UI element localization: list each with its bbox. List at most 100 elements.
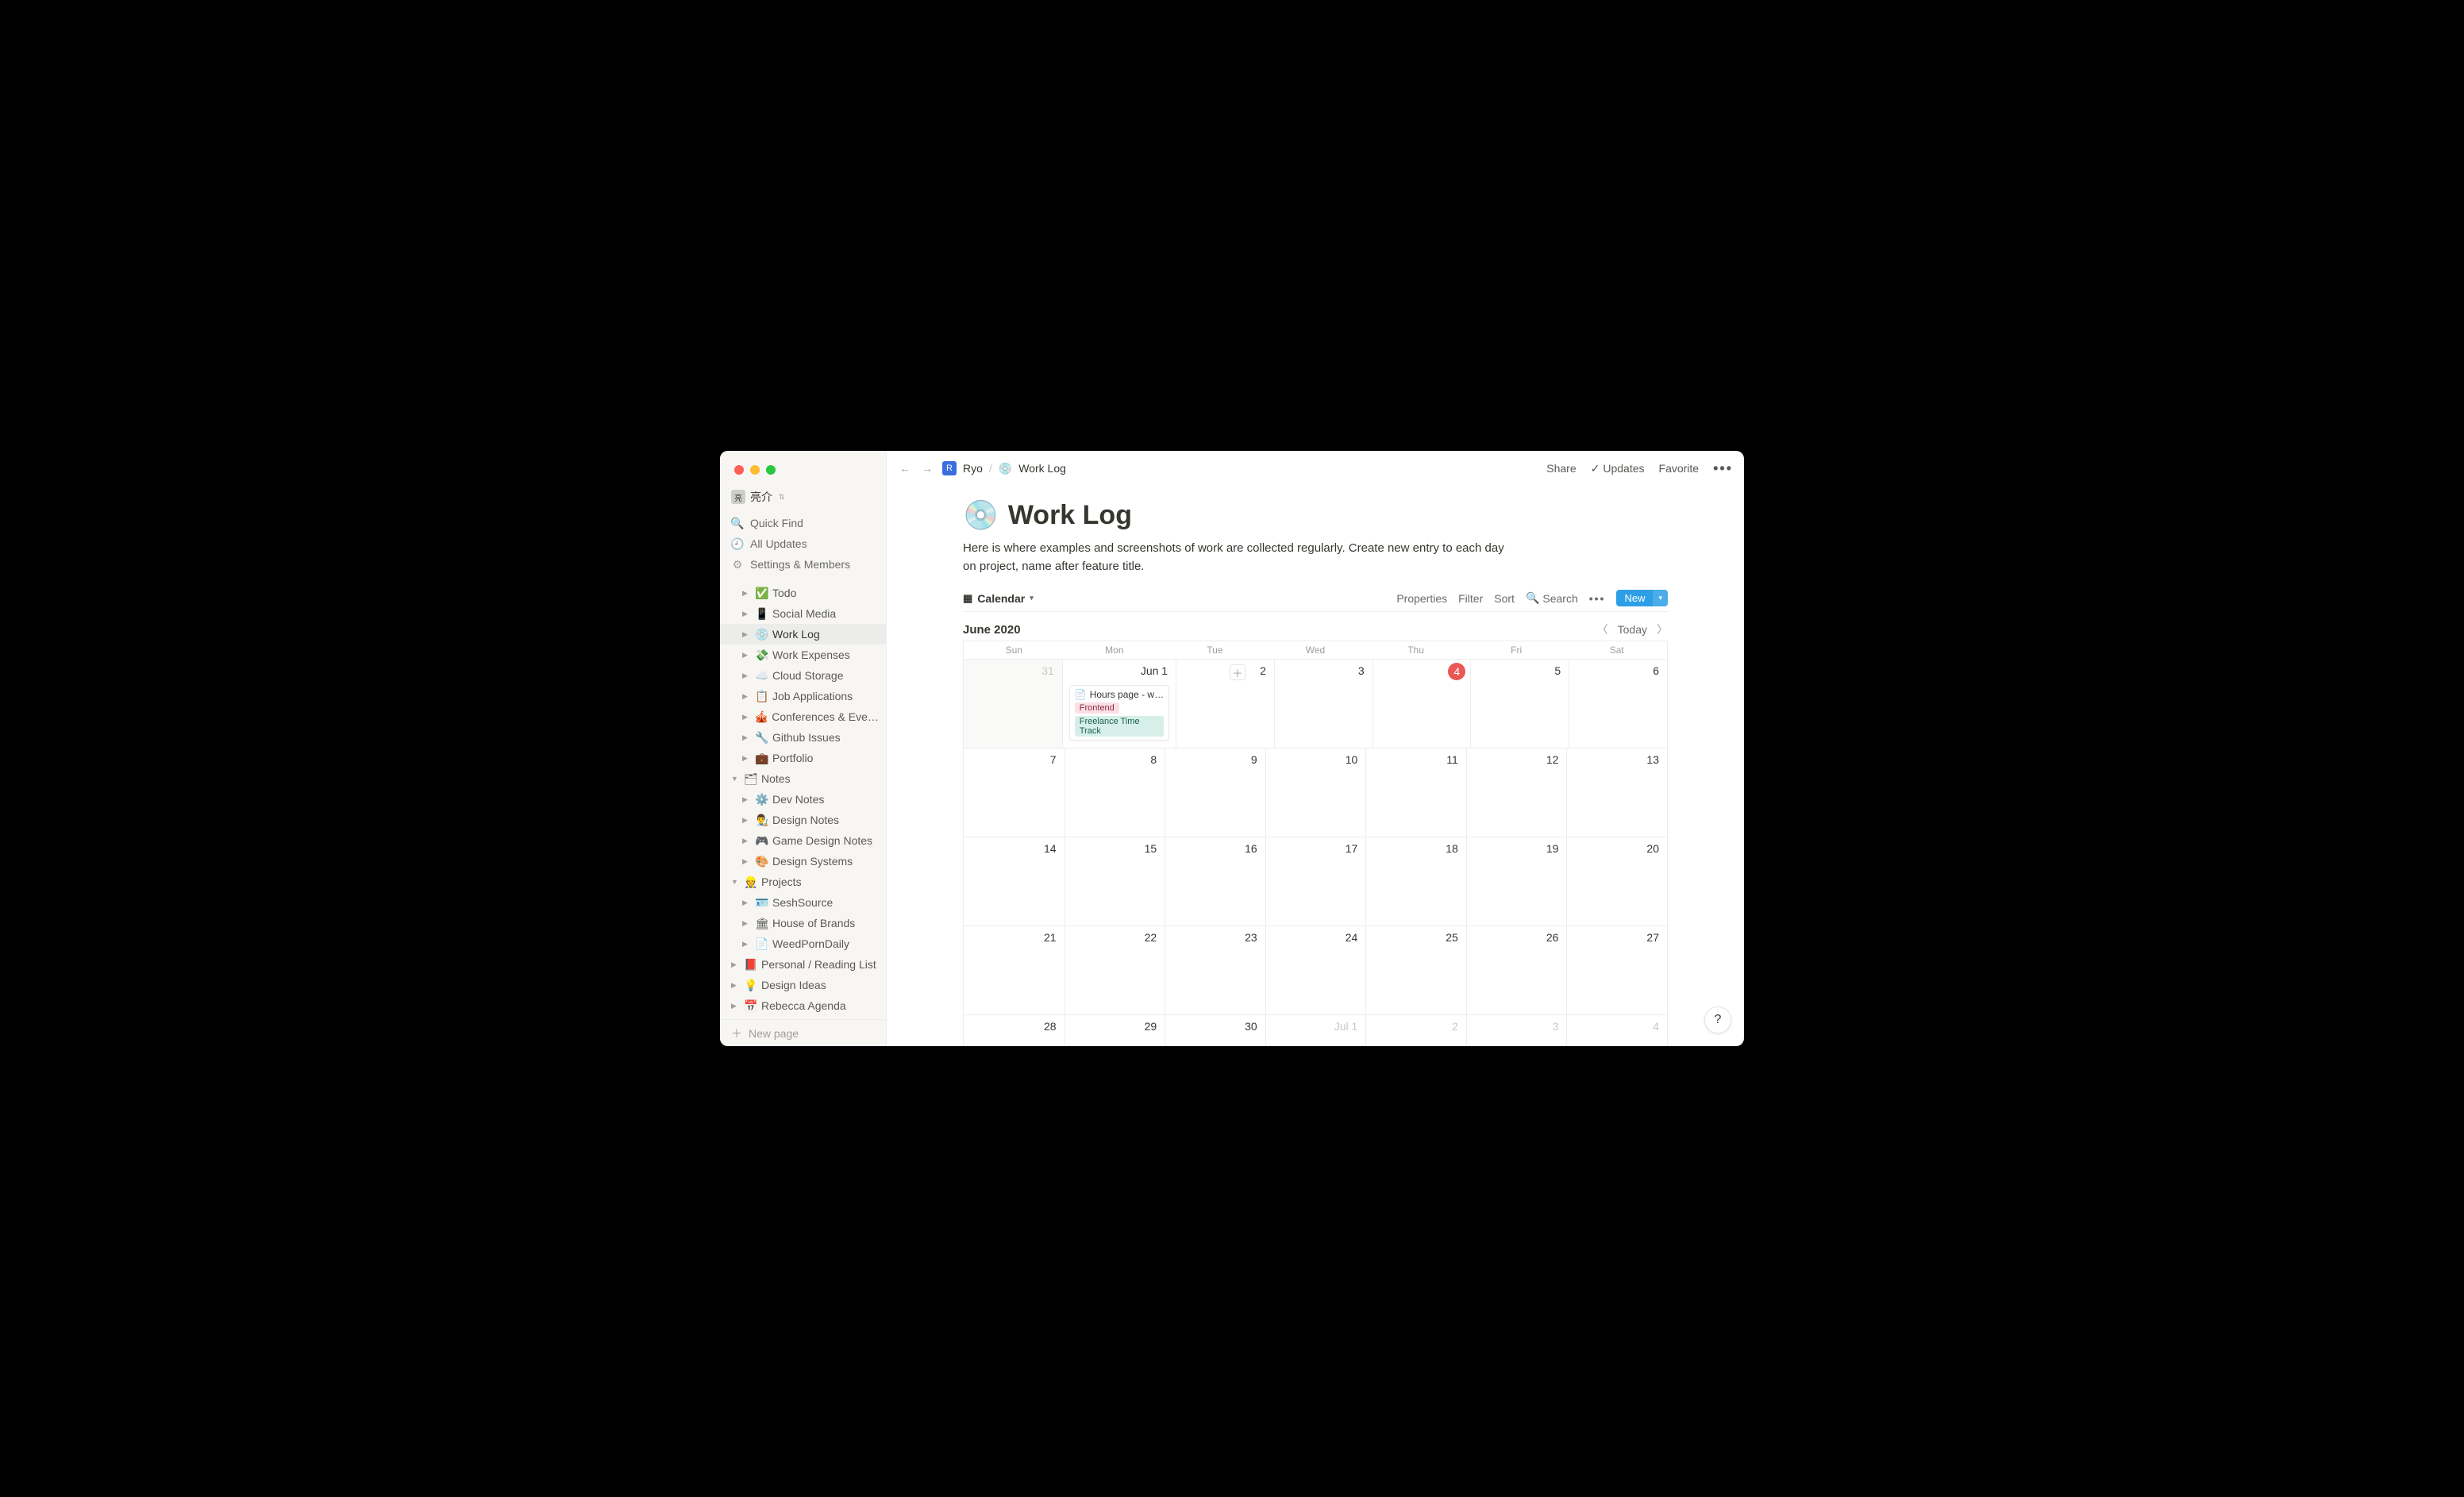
calendar-cell[interactable]: 9 <box>1165 748 1265 837</box>
favorite-button[interactable]: Favorite <box>1659 462 1700 475</box>
sidebar-item[interactable]: ▶💿Work Log <box>720 624 886 645</box>
calendar-cell[interactable]: 2 <box>1365 1014 1466 1046</box>
calendar-cell[interactable]: 16 <box>1165 837 1265 926</box>
new-button-dropdown[interactable]: ▾ <box>1653 590 1668 606</box>
calendar-cell[interactable]: 14 <box>964 837 1065 926</box>
filter-button[interactable]: Filter <box>1458 592 1483 605</box>
share-button[interactable]: Share <box>1546 462 1576 475</box>
sidebar-item[interactable]: ▶💡Design Ideas <box>720 975 886 995</box>
calendar-cell[interactable]: 19 <box>1466 837 1567 926</box>
chevron-right-icon[interactable]: ▶ <box>742 837 752 845</box>
sidebar-item[interactable]: ▶🎨Design Systems <box>720 851 886 872</box>
page-title[interactable]: Work Log <box>1008 500 1132 531</box>
chevron-right-icon[interactable]: ▶ <box>742 754 752 763</box>
chevron-right-icon[interactable]: ▶ <box>731 960 741 969</box>
calendar-cell[interactable]: Jul 1 <box>1265 1014 1366 1046</box>
calendar-cell[interactable]: 4 <box>1566 1014 1667 1046</box>
calendar-next-button[interactable]: 〉 <box>1657 622 1668 637</box>
calendar-cell[interactable]: 15 <box>1065 837 1165 926</box>
sidebar-item[interactable]: ▶🪪SeshSource <box>720 892 886 913</box>
minimize-icon[interactable] <box>750 465 760 475</box>
new-button[interactable]: New ▾ <box>1616 590 1668 606</box>
chevron-right-icon[interactable]: ▶ <box>742 589 752 598</box>
chevron-right-icon[interactable]: ▶ <box>742 672 752 680</box>
chevron-right-icon[interactable]: ▶ <box>742 610 752 618</box>
calendar-cell[interactable]: 10 <box>1265 748 1366 837</box>
calendar-cell[interactable]: 23 <box>1165 926 1265 1014</box>
page-icon[interactable]: 💿 <box>963 498 999 532</box>
calendar-cell[interactable]: 26 <box>1466 926 1567 1014</box>
search-button[interactable]: 🔍 Search <box>1526 591 1578 605</box>
sidebar-item[interactable]: ▶📅Rebecca Agenda <box>720 995 886 1016</box>
calendar-cell[interactable]: 17 <box>1265 837 1366 926</box>
calendar-cell[interactable]: 28 <box>964 1014 1065 1046</box>
chevron-right-icon[interactable]: ▶ <box>742 816 752 825</box>
chevron-right-icon[interactable]: ▶ <box>731 1002 741 1010</box>
sidebar-item[interactable]: ▶🔧Github Issues <box>720 727 886 748</box>
calendar-cell[interactable]: 12 <box>1466 748 1567 837</box>
breadcrumb-page[interactable]: Work Log <box>1018 462 1066 475</box>
breadcrumb-root[interactable]: Ryo <box>963 462 983 475</box>
chevron-right-icon[interactable]: ▶ <box>742 795 752 804</box>
sidebar-item[interactable]: ▶💸Work Expenses <box>720 645 886 665</box>
sidebar-item[interactable]: ▶🏛House of Brands <box>720 913 886 933</box>
chevron-right-icon[interactable]: ▶ <box>742 899 752 907</box>
calendar-cell[interactable]: 11 <box>1365 748 1466 837</box>
calendar-cell[interactable]: 27 <box>1566 926 1667 1014</box>
nav-forward-button[interactable]: → <box>920 462 934 475</box>
calendar-cell[interactable]: 31 <box>964 659 1062 748</box>
view-switcher[interactable]: ▦ Calendar ▾ <box>963 592 1034 605</box>
calendar-cell[interactable]: 2＋ <box>1176 659 1274 748</box>
sidebar-item[interactable]: ▼👷Projects <box>720 872 886 892</box>
calendar-cell[interactable]: 29 <box>1065 1014 1165 1046</box>
calendar-cell[interactable]: 18 <box>1365 837 1466 926</box>
workspace-switcher[interactable]: 亮 亮介 ⇅ <box>720 486 886 513</box>
calendar-today-button[interactable]: Today <box>1618 623 1647 636</box>
calendar-prev-button[interactable]: 〈 <box>1597 622 1608 637</box>
new-page-button[interactable]: ＋ New page <box>720 1019 886 1046</box>
calendar-cell[interactable]: 21 <box>964 926 1065 1014</box>
calendar-cell[interactable]: 3 <box>1466 1014 1567 1046</box>
add-entry-button[interactable]: ＋ <box>1230 664 1245 680</box>
calendar-cell[interactable]: 30 <box>1165 1014 1265 1046</box>
calendar-cell[interactable]: Jun 1📄Hours page - w…FrontendFreelance T… <box>1062 659 1176 748</box>
sidebar-item[interactable]: ▶📄WeedPornDaily <box>720 933 886 954</box>
toolbar-more-icon[interactable]: ••• <box>1589 595 1606 602</box>
chevron-down-icon[interactable]: ▼ <box>731 775 741 783</box>
chevron-right-icon[interactable]: ▶ <box>742 733 752 742</box>
chevron-right-icon[interactable]: ▶ <box>742 857 752 866</box>
calendar-cell[interactable]: 4 <box>1373 659 1471 748</box>
chevron-right-icon[interactable]: ▶ <box>742 651 752 660</box>
nav-back-button[interactable]: ← <box>898 462 912 475</box>
sidebar-item[interactable]: ▶👨‍🎨Design Notes <box>720 810 886 830</box>
maximize-icon[interactable] <box>766 465 776 475</box>
quick-find[interactable]: 🔍 Quick Find <box>720 513 886 533</box>
sidebar-item[interactable]: ▼🗂Notes <box>720 768 886 789</box>
calendar-cell[interactable]: 6 <box>1569 659 1667 748</box>
page-description[interactable]: Here is where examples and screenshots o… <box>963 540 1519 575</box>
sidebar-item[interactable]: ▶📕Personal / Reading List <box>720 954 886 975</box>
chevron-right-icon[interactable]: ▶ <box>742 919 752 928</box>
chevron-right-icon[interactable]: ▶ <box>742 940 752 949</box>
sidebar-item[interactable]: ▶🎪Conferences & Events <box>720 706 886 727</box>
calendar-event[interactable]: 📄Hours page - w…FrontendFreelance Time T… <box>1069 685 1169 741</box>
help-button[interactable]: ? <box>1704 1006 1731 1033</box>
sidebar-item[interactable]: ▶📋Job Applications <box>720 686 886 706</box>
updates-button[interactable]: ✓ Updates <box>1591 462 1645 475</box>
calendar-cell[interactable]: 20 <box>1566 837 1667 926</box>
calendar-cell[interactable]: 13 <box>1566 748 1667 837</box>
calendar-cell[interactable]: 24 <box>1265 926 1366 1014</box>
chevron-right-icon[interactable]: ▶ <box>742 713 752 722</box>
sidebar-item[interactable]: ▶☁️Cloud Storage <box>720 665 886 686</box>
chevron-right-icon[interactable]: ▶ <box>742 630 752 639</box>
more-icon[interactable]: ••• <box>1713 464 1733 472</box>
sidebar-item[interactable]: ▶⚙️Dev Notes <box>720 789 886 810</box>
calendar-cell[interactable]: 22 <box>1065 926 1165 1014</box>
close-icon[interactable] <box>734 465 744 475</box>
chevron-down-icon[interactable]: ▼ <box>731 878 741 886</box>
properties-button[interactable]: Properties <box>1396 592 1447 605</box>
calendar-cell[interactable]: 3 <box>1274 659 1373 748</box>
sort-button[interactable]: Sort <box>1494 592 1515 605</box>
calendar-cell[interactable]: 7 <box>964 748 1065 837</box>
calendar-cell[interactable]: 25 <box>1365 926 1466 1014</box>
